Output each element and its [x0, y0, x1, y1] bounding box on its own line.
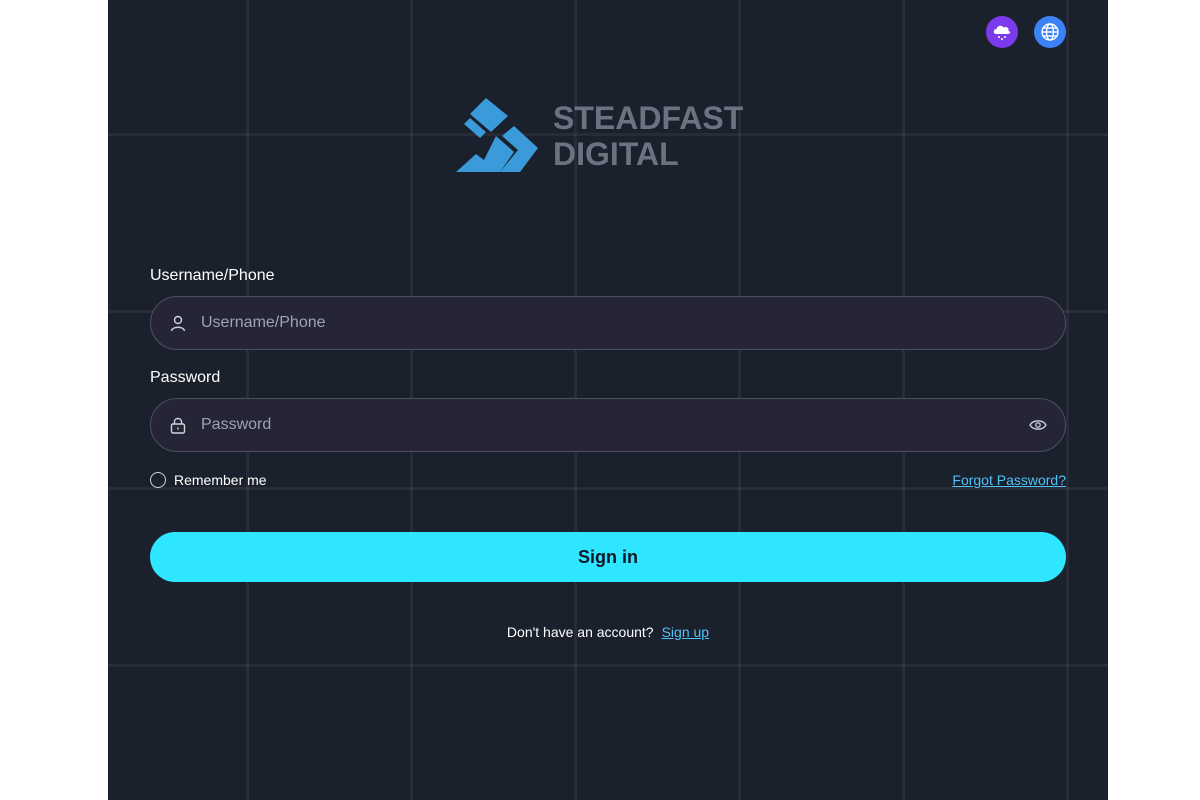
login-form: Username/Phone Password	[150, 266, 1066, 640]
password-field-wrapper	[150, 398, 1066, 452]
signup-prompt: Don't have an account?	[506, 624, 654, 640]
remember-me-radio[interactable]	[150, 472, 166, 488]
cloud-rain-icon	[993, 25, 1011, 40]
globe-icon	[1041, 23, 1059, 41]
remember-me-label: Remember me	[174, 472, 267, 488]
remember-me-toggle[interactable]: Remember me	[150, 472, 267, 488]
top-actions	[986, 16, 1066, 48]
user-icon	[170, 315, 186, 332]
forgot-password-link[interactable]: Forgot Password?	[952, 472, 1066, 488]
eye-icon[interactable]	[1029, 416, 1047, 434]
signup-row: Don't have an account? Sign up	[150, 624, 1066, 640]
lock-icon	[170, 417, 186, 434]
logo-line-2: DIGITAL	[553, 136, 679, 172]
login-page: STEADFAST DIGITAL Username/Phone Passwor…	[108, 0, 1108, 800]
username-label: Username/Phone	[150, 267, 275, 284]
brand-logo: STEADFAST DIGITAL	[456, 98, 744, 172]
language-button[interactable]	[1034, 16, 1066, 48]
sign-in-button[interactable]: Sign in	[150, 532, 1066, 582]
sign-up-link[interactable]: Sign up	[662, 624, 709, 640]
theme-toggle-button[interactable]	[986, 16, 1018, 48]
logo-mark	[456, 98, 538, 172]
field-spacer	[150, 350, 1066, 368]
password-label: Password	[150, 369, 221, 386]
logo-line-1: STEADFAST	[553, 100, 744, 136]
username-field-wrapper	[150, 296, 1066, 350]
form-options-row: Remember me Forgot Password?	[150, 470, 1066, 490]
username-input[interactable]	[201, 297, 1009, 349]
password-input[interactable]	[201, 399, 1009, 451]
